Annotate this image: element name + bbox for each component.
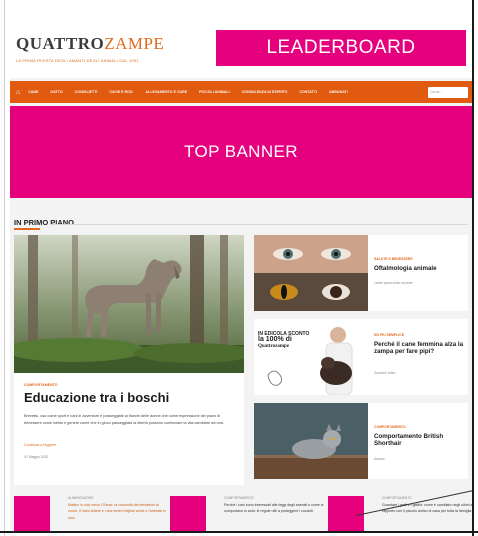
section-underline bbox=[14, 228, 40, 230]
bottom-article-text[interactable]: Perché i cani sono interessati alle legg… bbox=[224, 502, 324, 515]
nav-item[interactable]: ALLEVAMENTO E CURE bbox=[146, 90, 188, 94]
leaderboard-ad[interactable]: LEADERBOARD bbox=[216, 30, 466, 66]
side-article-title[interactable]: Perché il cane femmina alza la zampa per… bbox=[374, 341, 464, 356]
bottom-article-thumbnail[interactable] bbox=[170, 496, 206, 531]
bottom-article-category: COMPORTAMENTO bbox=[382, 496, 412, 500]
side-article-category[interactable]: COMPORTAMENTO bbox=[374, 425, 406, 429]
website-mockup: Quattrozampe LA PRIMA RIVISTA DEGLI AMAN… bbox=[10, 10, 472, 531]
side-article-meta: Articolo bbox=[374, 457, 385, 461]
bottom-article-category: ALIMENTAZIONE bbox=[68, 496, 94, 500]
nav-item[interactable]: PICCOLI ANIMALI bbox=[199, 90, 229, 94]
bottom-article-category: COMPORTAMENTO bbox=[224, 496, 254, 500]
feature-article[interactable]: COMPORTAMENTO Educazione tra i boschi Br… bbox=[14, 235, 244, 485]
main-nav: ⌂ CANE GATTO CONIGLIETTI CAVIE E ROD. AL… bbox=[10, 81, 472, 103]
logo-part-1: Quattro bbox=[16, 34, 105, 53]
bottom-article-text[interactable]: Guardare i gatti e i gattini: come è cam… bbox=[382, 502, 472, 515]
dog-in-forest-image bbox=[14, 235, 244, 373]
search-input[interactable]: Cerca... bbox=[428, 87, 468, 98]
eyes-image bbox=[254, 235, 368, 311]
side-article-image[interactable]: IN EDICOLA SCONTO la 100% di Quattrozamp… bbox=[254, 319, 368, 395]
site-header: Quattrozampe LA PRIMA RIVISTA DEGLI AMAN… bbox=[10, 10, 472, 78]
nav-item[interactable]: GATTO bbox=[50, 90, 62, 94]
section-title: IN PRIMO PIANO bbox=[14, 218, 75, 227]
nav-item[interactable]: ABBONATI bbox=[329, 90, 348, 94]
feature-category[interactable]: COMPORTAMENTO bbox=[24, 383, 58, 387]
feature-date: 02 Maggio 2020 bbox=[24, 455, 49, 459]
nav-item[interactable]: CONIGLIETTI bbox=[75, 90, 98, 94]
top-banner-ad[interactable]: TOP BANNER bbox=[10, 106, 472, 198]
cat-image bbox=[254, 403, 368, 479]
frame-bottom-border bbox=[0, 531, 478, 533]
side-article-category[interactable]: SALUTE E BENESSERE bbox=[374, 257, 413, 261]
side-article-meta: Lorem ipsum dolor sit amet bbox=[374, 281, 413, 285]
logo-part-2: zampe bbox=[104, 34, 165, 53]
bottom-article[interactable]: COMPORTAMENTO Perché i cani sono interes… bbox=[170, 494, 323, 531]
site-tagline: LA PRIMA RIVISTA DEGLI AMANTI DEGLI ANIM… bbox=[16, 58, 139, 63]
side-article[interactable]: COMPORTAMENTO Comportamento British Shor… bbox=[254, 403, 468, 479]
side-article-image[interactable] bbox=[254, 235, 368, 311]
nav-item[interactable]: CAVIE E ROD. bbox=[109, 90, 133, 94]
nav-item[interactable]: CONSULENZA DI ESPERTI bbox=[242, 90, 288, 94]
side-article-image[interactable] bbox=[254, 403, 368, 479]
side-article[interactable]: IN EDICOLA SCONTO la 100% di Quattrozamp… bbox=[254, 319, 468, 395]
bottom-article-thumbnail[interactable] bbox=[14, 496, 50, 531]
side-article-meta: Guarda il video bbox=[374, 371, 396, 375]
section-divider bbox=[50, 224, 468, 225]
home-icon[interactable]: ⌂ bbox=[16, 89, 20, 96]
feature-read-more-link[interactable]: Continua a leggere bbox=[24, 443, 56, 447]
feature-title[interactable]: Educazione tra i boschi bbox=[24, 390, 169, 405]
bottom-article-text[interactable]: Matteo in volo verso l'Oscar: la comunit… bbox=[68, 502, 168, 521]
bottom-article[interactable]: COMPORTAMENTO Guardare i gatti e i gatti… bbox=[328, 494, 472, 531]
side-article-title[interactable]: Comportamento British Shorthair bbox=[374, 433, 464, 448]
feature-image[interactable] bbox=[14, 235, 244, 373]
bottom-article[interactable]: ALIMENTAZIONE Matteo in volo verso l'Osc… bbox=[14, 494, 166, 531]
site-logo[interactable]: Quattrozampe bbox=[16, 34, 164, 54]
frame-left-border bbox=[4, 0, 5, 536]
side-article-title[interactable]: Oftalmologia animale bbox=[374, 265, 464, 272]
nav-item[interactable]: CONTATTI bbox=[299, 90, 317, 94]
feature-excerpt: Brevetto, uso come sport e cani in avven… bbox=[24, 414, 224, 425]
side-article[interactable]: SALUTE E BENESSERE Oftalmologia animale … bbox=[254, 235, 468, 311]
man-with-dog-image bbox=[267, 327, 353, 395]
frame-right-border bbox=[472, 0, 474, 536]
side-article-category[interactable]: NO PIÙ SEMPLICE bbox=[374, 333, 404, 337]
nav-item[interactable]: CANE bbox=[28, 90, 38, 94]
page-frame: Quattrozampe LA PRIMA RIVISTA DEGLI AMAN… bbox=[0, 0, 478, 536]
